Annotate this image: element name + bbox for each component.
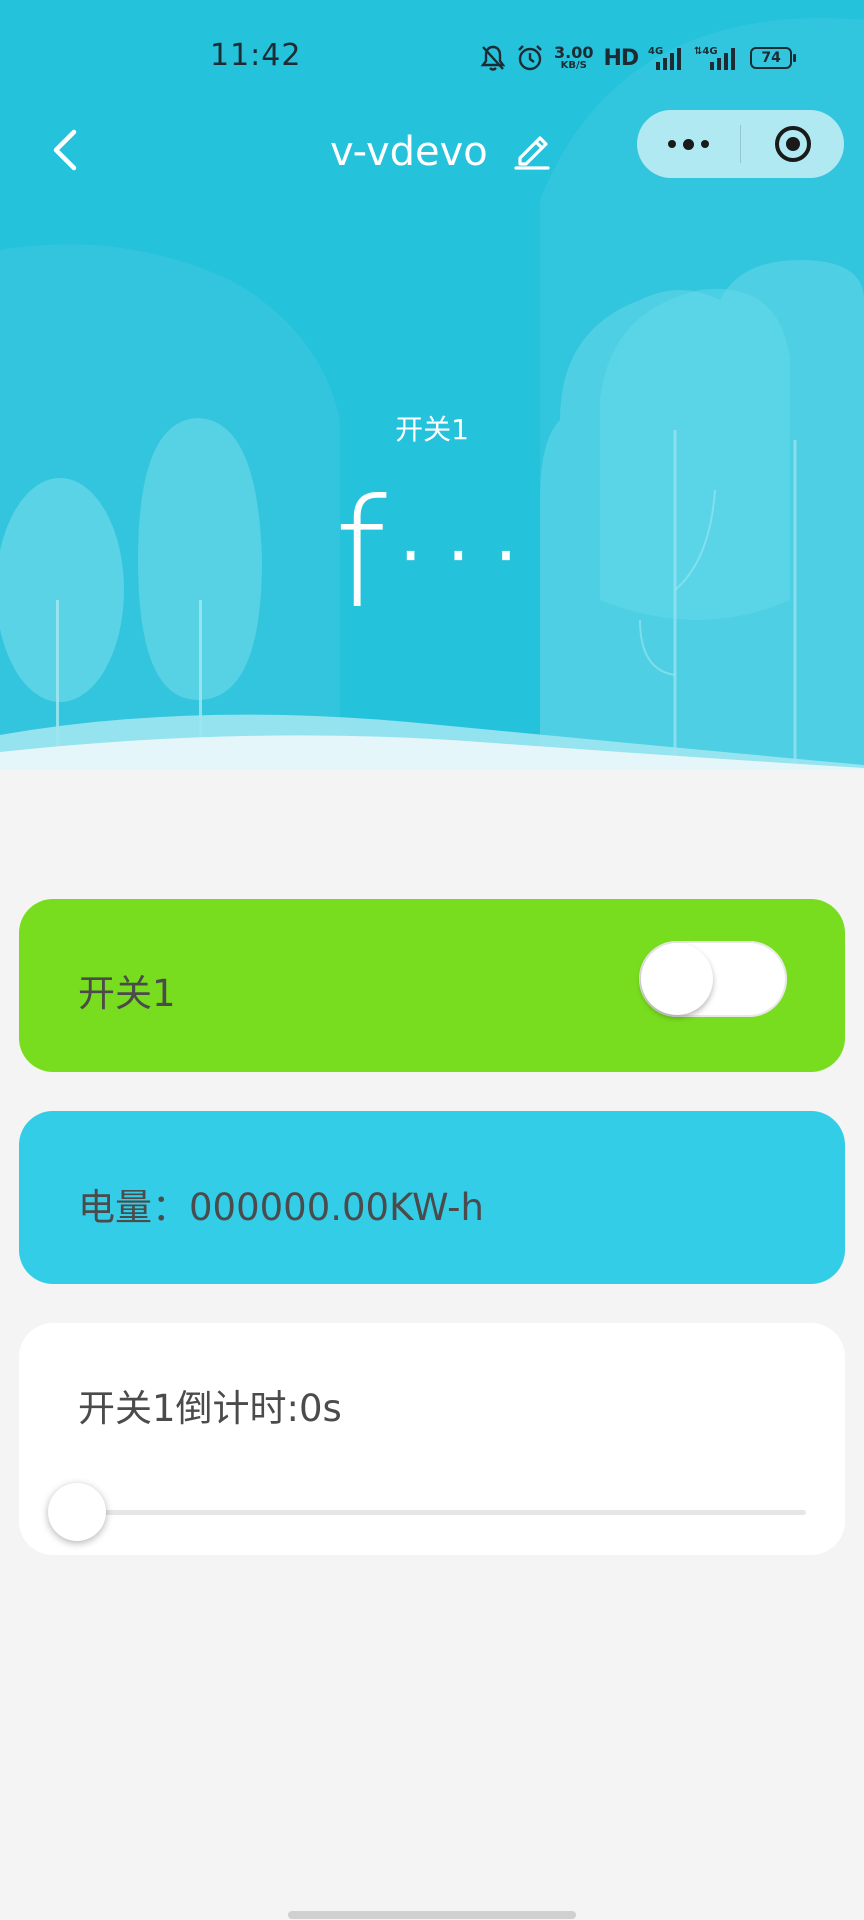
- svg-text:⇅4G: ⇅4G: [694, 46, 718, 57]
- svg-text:4G: 4G: [648, 46, 663, 57]
- network-speed-value: 3.00: [554, 43, 594, 62]
- countdown-slider-track[interactable]: [78, 1510, 806, 1515]
- title-bar: v-vdevo: [330, 122, 552, 182]
- switch-card: 开关1: [19, 899, 845, 1072]
- more-dot-icon: [668, 140, 676, 148]
- pencil-icon: [514, 136, 550, 170]
- switch-toggle[interactable]: [639, 941, 787, 1017]
- network-speed-unit: KB/S: [560, 60, 587, 71]
- home-indicator[interactable]: [288, 1911, 576, 1919]
- switch-toggle-knob[interactable]: [641, 943, 713, 1015]
- target-circle-icon: [774, 126, 811, 162]
- hero-banner: 11:42 3.00 KB/S HD 4G ⇅4G 74 v-vdevo 开关1…: [0, 0, 864, 770]
- hero-switch-value: f···: [334, 468, 530, 642]
- countdown-slider-thumb[interactable]: [48, 1483, 106, 1541]
- signal-4g-icon: 4G: [648, 44, 684, 72]
- more-options-button[interactable]: [637, 110, 740, 178]
- battery-icon: 74: [750, 47, 797, 69]
- alarm-clock-icon: [516, 44, 544, 72]
- power-reading: 电量：000000.00KW-h: [78, 1186, 484, 1229]
- power-card: 电量：000000.00KW-h: [19, 1111, 845, 1284]
- countdown-card: 开关1倒计时:0s: [19, 1323, 845, 1555]
- edit-name-button[interactable]: [512, 130, 552, 174]
- more-dot-icon: [683, 138, 694, 150]
- countdown-slider[interactable]: [48, 1483, 806, 1543]
- network-speed: 3.00 KB/S: [554, 45, 593, 71]
- more-dot-icon: [701, 140, 709, 148]
- hd-voice-icon: HD: [603, 45, 639, 71]
- switch-label: 开关1: [78, 972, 176, 1015]
- back-button[interactable]: [40, 120, 90, 180]
- hero-switch-label: 开关1: [395, 413, 469, 446]
- status-bar: 11:42 3.00 KB/S HD 4G ⇅4G 74: [0, 0, 864, 110]
- status-time: 11:42: [210, 38, 302, 73]
- status-icons: 3.00 KB/S HD 4G ⇅4G 74: [480, 40, 797, 76]
- chevron-left-icon: [53, 129, 77, 171]
- bell-muted-icon: [480, 44, 506, 72]
- page-title: v-vdevo: [330, 129, 488, 175]
- miniprogram-capsule: [637, 110, 844, 178]
- signal-4g-secondary-icon: ⇅4G: [694, 44, 740, 72]
- countdown-label: 开关1倒计时:0s: [78, 1387, 342, 1430]
- close-miniprogram-button[interactable]: [741, 110, 844, 178]
